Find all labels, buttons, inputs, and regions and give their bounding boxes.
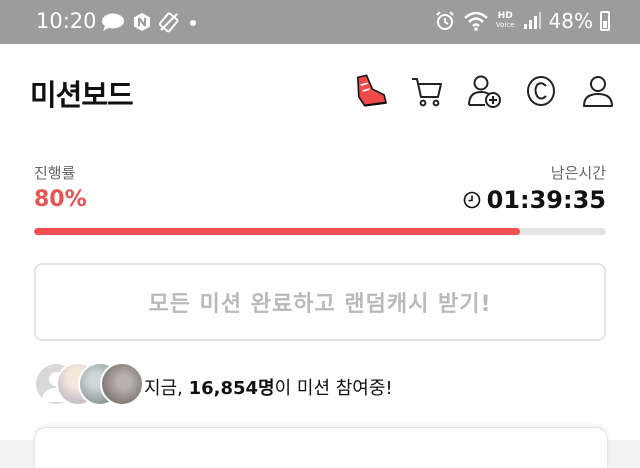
cash-coin-icon <box>526 75 555 106</box>
participant-count: 16,854명 <box>188 378 275 399</box>
participant-avatars <box>34 362 144 408</box>
add-friend-icon <box>467 75 501 108</box>
page-title: 미션보드 <box>30 78 134 112</box>
timer-value: 01:39:35 <box>486 186 606 214</box>
no-signal-icon <box>158 12 179 33</box>
hd-voice-icon: HD Voice <box>495 11 515 30</box>
mission-board-screen: 미션보드 진행률 80% 남은시간 01:39:35 모든 미션 완료하고 랜덤… <box>0 44 640 468</box>
cart-button[interactable] <box>408 72 445 109</box>
progress-value: 80% <box>34 187 87 212</box>
progress-bar <box>34 228 606 235</box>
battery-percent: 48% <box>548 9 593 33</box>
add-friend-button[interactable] <box>465 72 502 109</box>
system-indicators: HD Voice 48% <box>434 9 610 33</box>
avatar <box>100 362 144 406</box>
cash-button[interactable] <box>522 72 559 109</box>
battery-icon <box>600 11 610 31</box>
complete-all-reward-button[interactable]: 모든 미션 완료하고 랜덤캐시 받기! <box>34 263 606 341</box>
clock-icon <box>463 191 480 209</box>
naver-icon <box>134 13 150 31</box>
signal-icon <box>523 12 541 29</box>
mission-card[interactable] <box>34 427 608 468</box>
header-actions <box>351 72 616 109</box>
sneaker-button[interactable] <box>351 72 388 109</box>
profile-icon <box>582 75 613 107</box>
cart-icon <box>411 77 442 106</box>
status-time: 10:20 <box>36 9 97 33</box>
dot-icon <box>190 20 196 26</box>
wifi-icon <box>464 11 488 31</box>
status-bar: 10:20 HD Voice 48% <box>0 0 640 44</box>
notification-icons <box>100 11 200 33</box>
remaining-time-label: 남은시간 <box>550 164 606 182</box>
progress-label: 진행률 <box>34 164 76 182</box>
participants-text: 지금, 16,854명이 미션 참여중! <box>144 378 393 399</box>
remaining-time: 01:39:35 <box>463 186 606 214</box>
message-bubble-icon <box>102 13 124 31</box>
sneaker-icon <box>357 74 388 107</box>
profile-button[interactable] <box>579 72 616 109</box>
progress-bar-fill <box>34 228 521 235</box>
alarm-icon <box>436 11 454 30</box>
